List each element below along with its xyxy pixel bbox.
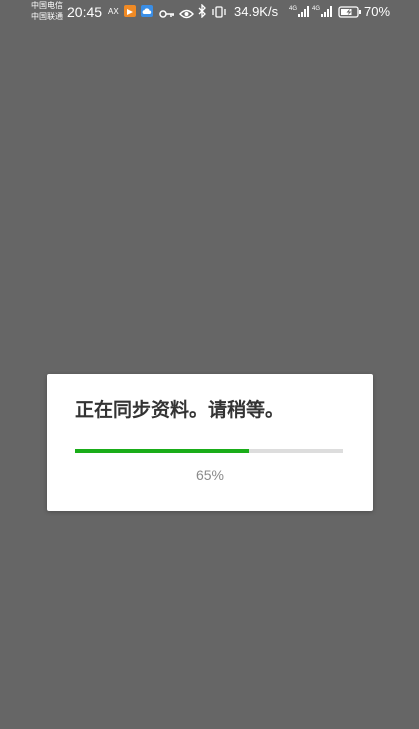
status-bar: 中国电信 中国联通 20:45 AX 34.9K/s 4G 4G 70% (0, 0, 419, 24)
carrier-2: 中国联通 (31, 12, 63, 21)
network-speed: 34.9K/s (234, 4, 279, 19)
sync-progress-dialog: 正在同步资料。请稍等。 65% (47, 374, 373, 511)
ax-label: AX (108, 7, 119, 16)
progress-percent: 65% (195, 467, 225, 483)
eye-icon (179, 6, 194, 24)
signal-icon-sim2: 4G (312, 4, 334, 23)
progress-fill (75, 449, 250, 453)
key-icon (159, 6, 175, 24)
app-notification-icon (124, 5, 136, 17)
signal-icon-sim1: 4G (289, 4, 311, 23)
clock: 20:45 (67, 4, 103, 20)
carrier-names: 中国电信 中国联通 (31, 0, 67, 22)
cloud-icon (141, 5, 153, 17)
dialog-message: 正在同步资料。请稍等。 (75, 399, 285, 421)
bluetooth-icon (198, 3, 206, 23)
progress-bar (75, 449, 343, 453)
battery-icon (338, 5, 362, 23)
vibrate-icon (211, 5, 227, 23)
signal-2-label: 4G (312, 6, 320, 12)
signal-1-label: 4G (289, 6, 297, 12)
carrier-1: 中国电信 (31, 1, 63, 10)
battery-percent: 70% (364, 4, 391, 19)
